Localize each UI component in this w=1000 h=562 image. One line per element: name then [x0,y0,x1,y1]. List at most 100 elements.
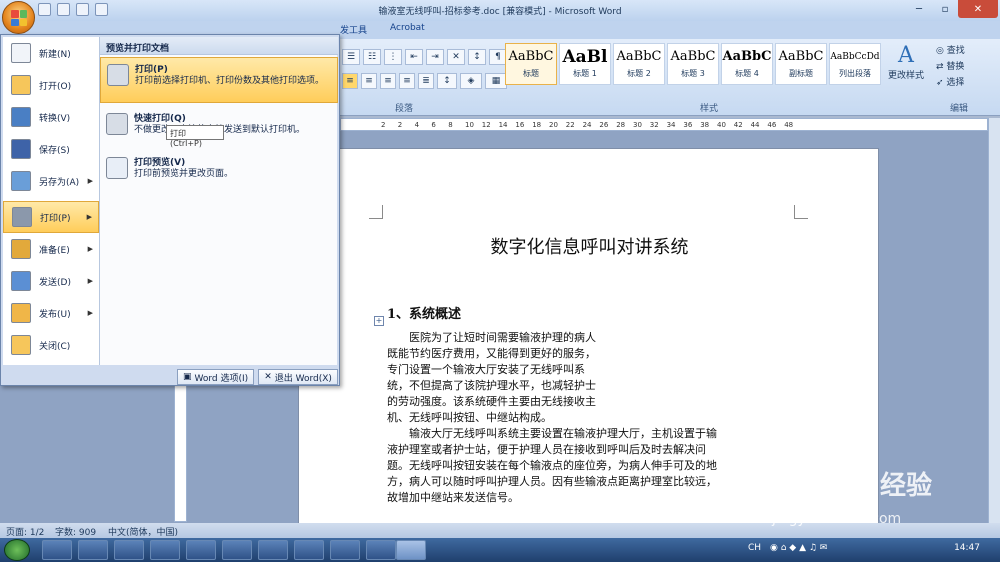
menu-item[interactable]: 发送(D) ▶ [3,265,99,297]
distributed-button[interactable]: ≣ [418,73,434,89]
start-button[interactable] [4,539,30,561]
submenu-arrow-icon: ▶ [87,245,93,253]
convert-icon [11,107,31,127]
menu-item[interactable]: 关闭(C) [3,329,99,361]
ruler-number: 6 [431,121,436,129]
maximize-button[interactable]: ▫ [932,0,958,18]
app-taskbar-icon[interactable] [330,540,360,560]
margin-mark [794,205,808,219]
style-item[interactable]: AaBbC 标题 2 [613,43,665,85]
language-indicator[interactable]: 中文(简体，中国) [108,525,178,538]
app-taskbar-icon[interactable] [294,540,324,560]
align-right-button[interactable]: ≡ [380,73,396,89]
ruler-number: 22 [565,121,575,129]
clock[interactable]: 14:47 [954,543,980,553]
qq-taskbar-icon[interactable] [42,540,72,560]
word-options-button[interactable]: ▣ Word 选项(I) [177,369,255,385]
quick-print-icon [106,113,128,135]
style-item[interactable]: AaBl 标题 1 [559,43,611,85]
line-spacing-button[interactable]: ↕ [437,73,457,89]
office-menu: 新建(N) 打开(O) 转换(V) 保存(S) 另存为(A) ▶ 打印(P) ▶ 准备(E) ▶ 发… [0,34,340,386]
print-preview-option[interactable]: 打印预览(V) 打印前预览并更改页面。 [100,151,338,191]
vertical-scrollbar[interactable] [988,118,1000,523]
find-button[interactable]: ◎ 查找 [936,43,965,56]
tab-developer[interactable]: 发工具 [340,23,367,36]
app-taskbar-icon[interactable] [366,540,396,560]
new-document-icon [11,43,31,63]
word-taskbar-icon[interactable] [396,540,426,560]
style-item[interactable]: AaBbC 副标题 [775,43,827,85]
print-tooltip: 打印 (Ctrl+P) [166,125,224,148]
browser-taskbar-icon[interactable] [78,540,108,560]
chinese-layout-button[interactable]: ✕ [447,49,465,65]
submenu-arrow-icon: ▶ [87,277,93,285]
menu-item[interactable]: 保存(S) [3,133,99,165]
select-button[interactable]: ➶ 选择 [936,75,965,88]
office-menu-commands: 新建(N) 打开(O) 转换(V) 保存(S) 另存为(A) ▶ 打印(P) ▶ 准备(E) ▶ 发… [3,37,99,365]
menu-item[interactable]: 发布(U) ▶ [3,297,99,329]
ruler-number: 38 [700,121,710,129]
styles-gallery[interactable]: AaBbC 标题 AaBl 标题 1 AaBbC 标题 2 AaBbC 标题 3… [505,43,881,85]
save-as-icon [11,171,31,191]
style-item[interactable]: AaBbC 标题 3 [667,43,719,85]
style-item[interactable]: AaBbC 标题 4 [721,43,773,85]
ruler-number: 28 [616,121,626,129]
cursor-icon: ➶ [936,78,947,88]
numbering-button[interactable]: ☷ [363,49,381,65]
tray-icons[interactable]: ◉ ⌂ ◆ ▲ ♫ ✉ [770,543,827,553]
print-submenu: 预览并打印文档 打印(P) 打印前选择打印机、打印份数及其他打印选项。 快速打印… [99,37,338,365]
prepare-icon [11,239,31,259]
print-option[interactable]: 打印(P) 打印前选择打印机、打印份数及其他打印选项。 [100,57,338,103]
submenu-arrow-icon: ▶ [87,309,93,317]
document-paragraph-line: 液护理室或者护士站，便于护理人员在接收到呼叫后及时去解决问 [387,443,706,456]
app-taskbar-icon[interactable] [258,540,288,560]
style-item[interactable]: AaBbC 标题 [505,43,557,85]
horizontal-ruler[interactable]: 2 2 4 6 8 10 12 14 16 18 20 22 24 26 28 30 32 34 36 38 40 42 4… [340,118,988,131]
word-count[interactable]: 字数: 909 [55,525,96,538]
menu-item[interactable]: 打开(O) [3,69,99,101]
replace-button[interactable]: ⇄ 替换 [936,59,965,72]
app-taskbar-icon[interactable] [186,540,216,560]
change-styles-button[interactable]: A 更改样式 [886,43,926,81]
menu-item[interactable]: 另存为(A) ▶ [3,165,99,197]
justify-button[interactable]: ≡ [399,73,415,89]
shading-button[interactable]: ◈ [460,73,482,89]
increase-indent-button[interactable]: ⇥ [426,49,444,65]
sort-button[interactable]: ↕ [468,49,486,65]
page-count[interactable]: 页面: 1/2 [6,525,44,538]
tab-acrobat[interactable]: Acrobat [390,23,425,33]
submenu-arrow-icon: ▶ [86,213,92,221]
document-title: 数字化信息呼叫对讲系统 [490,237,689,258]
window-title: 输液室无线呼叫-招标参考.doc [兼容模式] - Microsoft Word [378,7,622,17]
document-paragraph-line: 机、无线呼叫按钮、中继站构成。 [387,411,552,424]
align-center-button[interactable]: ≡ [361,73,377,89]
app-taskbar-icon[interactable] [114,540,144,560]
folder-taskbar-icon[interactable] [222,540,252,560]
ruler-number: 2 [381,121,386,129]
borders-button[interactable]: ▦ [485,73,507,89]
watermark-brand2: 经验 [880,471,933,501]
close-button[interactable]: ✕ [958,0,998,18]
input-language[interactable]: CH [748,543,761,553]
exit-word-button[interactable]: ✕ 退出 Word(X) [258,369,338,385]
menu-item[interactable]: 新建(N) [3,37,99,69]
app-taskbar-icon[interactable] [150,540,180,560]
office-button[interactable] [2,1,35,34]
editing-group-label: 编辑 [950,104,969,114]
multilevel-button[interactable]: ⋮ [384,49,402,65]
decrease-indent-button[interactable]: ⇤ [405,49,423,65]
menu-item[interactable]: 打印(P) ▶ [3,201,99,233]
align-left-button[interactable]: ≡ [342,73,358,89]
ruler-number: 44 [750,121,760,129]
table-move-handle[interactable]: + [374,316,384,326]
minimize-button[interactable]: ─ [906,0,932,18]
document-paragraph-line: 的劳动强度。该系统硬件主要由无线接收主 [387,395,596,408]
style-item[interactable]: AaBbCcDd 列出段落 [829,43,881,85]
document-paragraph-line: 既能节约医疗费用，又能得到更好的服务， [387,347,596,360]
ruler-number: 2 [397,121,403,129]
menu-item[interactable]: 转换(V) [3,101,99,133]
bullets-button[interactable]: ☰ [342,49,360,65]
menu-item[interactable]: 准备(E) ▶ [3,233,99,265]
ruler-number: 40 [717,121,726,129]
document-paragraph-line: 输液大厅无线呼叫系统主要设置在输液护理大厅，主机设置于输 [387,427,717,440]
